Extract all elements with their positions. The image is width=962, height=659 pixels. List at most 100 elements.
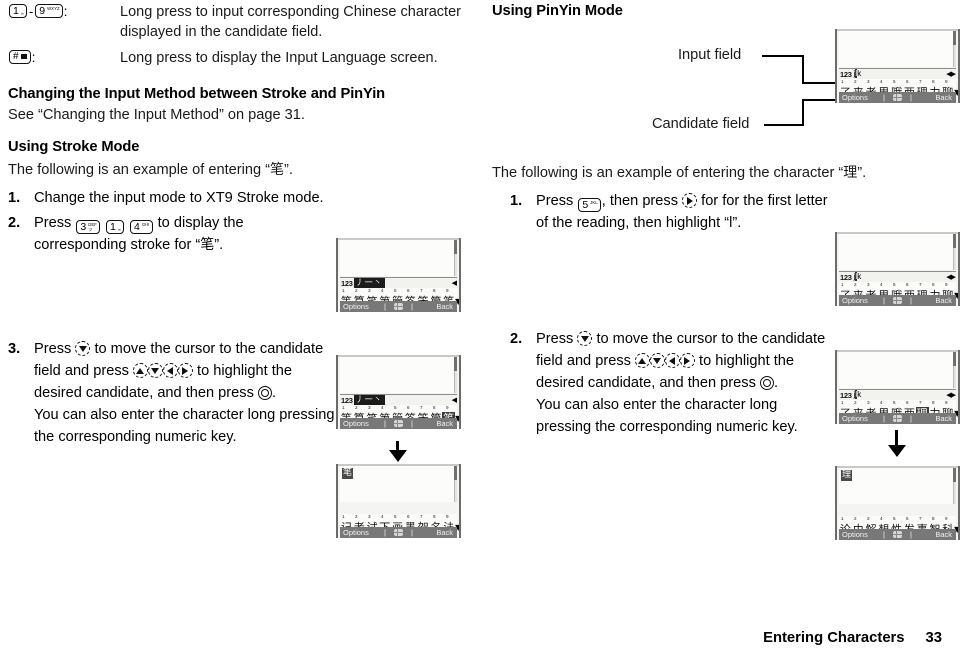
leader-line-cand-h2 <box>802 99 835 101</box>
phone-screen-pinyin-3: 123jlk◀▶123456789了来老里哦两理力聊▼Options||Back <box>835 350 960 424</box>
pinyin-step-2-number: 2. <box>510 331 523 347</box>
stroke-step-1: 1. Change the input mode to XT9 Stroke m… <box>8 188 328 208</box>
stroke-step-2-after-text: ”. <box>214 237 224 253</box>
input-field[interactable] <box>340 240 457 276</box>
input-scroll-thumb[interactable] <box>953 468 956 482</box>
reading-line[interactable]: 123jlk ◀▶ <box>839 271 956 282</box>
stroke-step-3-text: Press to move the cursor to the candidat… <box>34 338 338 448</box>
phone-screen-stroke-3: 笔123456789记者试下画墨架名法▼Options||Back <box>336 464 461 538</box>
softkey-left-options[interactable]: Options <box>839 414 883 423</box>
stroke-reading-text: 丿一丶 <box>353 395 385 405</box>
softkey-right-back[interactable]: Back <box>911 296 956 305</box>
input-scroll-thumb[interactable] <box>454 466 457 480</box>
phone-screen-pinyin-2: 123jlk◀▶123456789了来老里哦两理力聊▼Options||Back <box>835 232 960 306</box>
softkey-bar: Options | | Back <box>839 295 956 306</box>
softkey-bar: Options | | Back <box>340 418 457 429</box>
softkey-left-options[interactable]: Options <box>340 528 384 537</box>
softkey-center[interactable] <box>884 531 910 538</box>
stroke-intro-line: The following is an example of entering … <box>8 160 470 180</box>
pinyin-step-2-press-word: Press <box>536 331 574 347</box>
softkey-right-back[interactable]: Back <box>911 530 956 539</box>
input-field[interactable]: 理 <box>839 468 956 504</box>
reading-scroll-arrow-icon: ◀▶ <box>946 390 956 399</box>
nav-right-icon <box>679 353 695 368</box>
center-key-icon <box>393 303 403 310</box>
softkey-center[interactable] <box>884 297 910 304</box>
stroke-step-3: 3. Press to move the cursor to the candi… <box>8 338 338 448</box>
key-description-row-hash: # : Long press to display the Input Lang… <box>8 48 470 68</box>
softkey-center[interactable] <box>385 303 411 310</box>
input-field[interactable]: 笔 <box>340 466 457 502</box>
left-column: 1 ∞ - 9 WXYZ : Long press to input corresp… <box>0 0 470 659</box>
stroke-intro-after: ”. <box>284 162 293 178</box>
softkey-left-options[interactable]: Options <box>839 296 883 305</box>
softkey-center[interactable] <box>385 529 411 536</box>
softkey-right-back[interactable]: Back <box>911 93 956 102</box>
key-description-row-numeric: 1 ∞ - 9 WXYZ : Long press to input corresp… <box>8 2 470 42</box>
key-3-icon: 3 DEF ツ <box>76 220 100 234</box>
input-mode-badge: 123 <box>840 69 852 79</box>
input-field[interactable] <box>839 352 956 388</box>
input-mode-badge: 123 <box>341 395 353 405</box>
input-mode-badge: 123 <box>840 390 852 400</box>
stroke-intro-char: 笔 <box>270 162 285 178</box>
key-range-cell: 1 ∞ - 9 WXYZ : <box>8 2 120 19</box>
softkey-center[interactable] <box>884 415 910 422</box>
stroke-step-3-number: 3. <box>8 341 21 357</box>
pinyin-step-2-text-e: You can also enter the character long pr… <box>536 397 798 435</box>
input-scroll-thumb[interactable] <box>953 352 956 366</box>
leader-line-cand-h <box>764 124 804 126</box>
key-hash-cell: # : <box>8 48 120 65</box>
footer-title: Entering Characters <box>763 630 905 646</box>
softkey-center[interactable] <box>385 420 411 427</box>
center-key-icon <box>393 529 403 536</box>
input-field[interactable] <box>839 31 956 67</box>
nav-down-icon <box>649 353 665 368</box>
input-field[interactable] <box>340 357 457 393</box>
key-row-description: Long press to input corresponding Chines… <box>120 4 461 40</box>
reading-line[interactable]: 123jlk ◀▶ <box>839 389 956 400</box>
input-scroll-thumb[interactable] <box>953 31 956 45</box>
stroke-step-2-text: Press 3 DEF ツ 1 ∞ 4 GHI to display the corre… <box>34 212 330 256</box>
input-scroll-thumb[interactable] <box>454 240 457 254</box>
input-scroll-thumb[interactable] <box>454 357 457 371</box>
phone-screen-stroke-1: 123丿一丶◀123456789等算笑第管答笨筒笔▼Options||Back <box>336 238 461 312</box>
softkey-left-options[interactable]: Options <box>340 302 384 311</box>
footer-page-number: 33 <box>925 630 942 646</box>
softkey-left-options[interactable]: Options <box>839 93 883 102</box>
center-key-icon <box>892 531 902 538</box>
reading-line[interactable]: 123 丿一丶 ◀ <box>340 394 457 405</box>
softkey-left-options[interactable]: Options <box>340 419 384 428</box>
see-reference-line: See “Changing the Input Method” on page … <box>8 107 305 123</box>
leader-line-input-h2 <box>802 82 835 84</box>
input-scroll-thumb[interactable] <box>953 234 956 248</box>
center-key-icon <box>892 297 902 304</box>
pinyin-intro-after: ”. <box>857 165 867 181</box>
pinyin-step-1-text-b: , then press <box>601 193 679 209</box>
pinyin-step-1: 1. Press 5 JKL, then press for for the fi… <box>510 190 830 234</box>
stroke-step-2-press-word: Press <box>34 215 72 231</box>
key-4-icon: 4 GHI <box>129 220 153 234</box>
manual-page: 1 ∞ - 9 WXYZ : Long press to input corresp… <box>0 0 962 659</box>
pinyin-reading-text: jlk <box>854 272 862 281</box>
key-range-separator: - <box>28 3 34 19</box>
stroke-step-2-char: 笔 <box>200 237 215 253</box>
page-footer: Entering Characters 33 <box>763 630 942 650</box>
reading-scroll-arrow-icon: ◀ <box>451 278 457 287</box>
key-hash-colon: : <box>31 49 36 65</box>
softkey-center[interactable] <box>884 94 910 101</box>
reading-scroll-arrow-icon: ◀▶ <box>946 272 956 281</box>
softkey-right-back[interactable]: Back <box>412 419 457 428</box>
reading-line[interactable]: 123jlk ◀▶ <box>839 68 956 79</box>
softkey-bar: Options | | Back <box>839 92 956 103</box>
softkey-right-back[interactable]: Back <box>412 528 457 537</box>
stroke-step-2-number: 2. <box>8 215 21 231</box>
softkey-right-back[interactable]: Back <box>911 414 956 423</box>
input-field[interactable] <box>839 234 956 270</box>
reading-line[interactable]: 123 丿一丶 ◀ <box>340 277 457 288</box>
softkey-right-back[interactable]: Back <box>412 302 457 311</box>
flow-arrow-right <box>888 445 906 457</box>
nav-up-icon <box>132 363 148 378</box>
leader-line-input-v <box>802 55 804 83</box>
softkey-left-options[interactable]: Options <box>839 530 883 539</box>
